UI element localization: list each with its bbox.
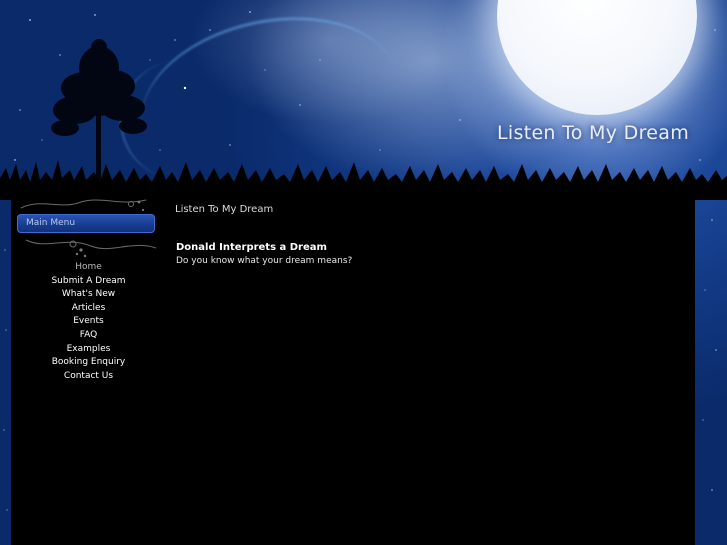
menu-item-submit-a-dream[interactable]: Submit A Dream (11, 275, 166, 289)
site-title: Listen To My Dream (497, 122, 689, 144)
menu-item-events[interactable]: Events (11, 315, 166, 329)
page-heading: Listen To My Dream (175, 204, 274, 215)
menu-item-contact-us[interactable]: Contact Us (11, 370, 166, 384)
main-menu-header: Main Menu (17, 214, 155, 233)
menu-item-articles[interactable]: Articles (11, 302, 166, 316)
article-title-link[interactable]: Donald Interprets a Dream (176, 242, 327, 253)
menu-item-faq[interactable]: FAQ (11, 329, 166, 343)
article-teaser: Do you know what your dream means? (176, 256, 353, 266)
menu-item-whats-new[interactable]: What's New (11, 288, 166, 302)
main-menu-list: Home Submit A Dream What's New Articles … (11, 261, 166, 383)
menu-item-home[interactable]: Home (11, 261, 166, 275)
menu-item-examples[interactable]: Examples (11, 343, 166, 357)
menu-item-booking-enquiry[interactable]: Booking Enquiry (11, 356, 166, 370)
